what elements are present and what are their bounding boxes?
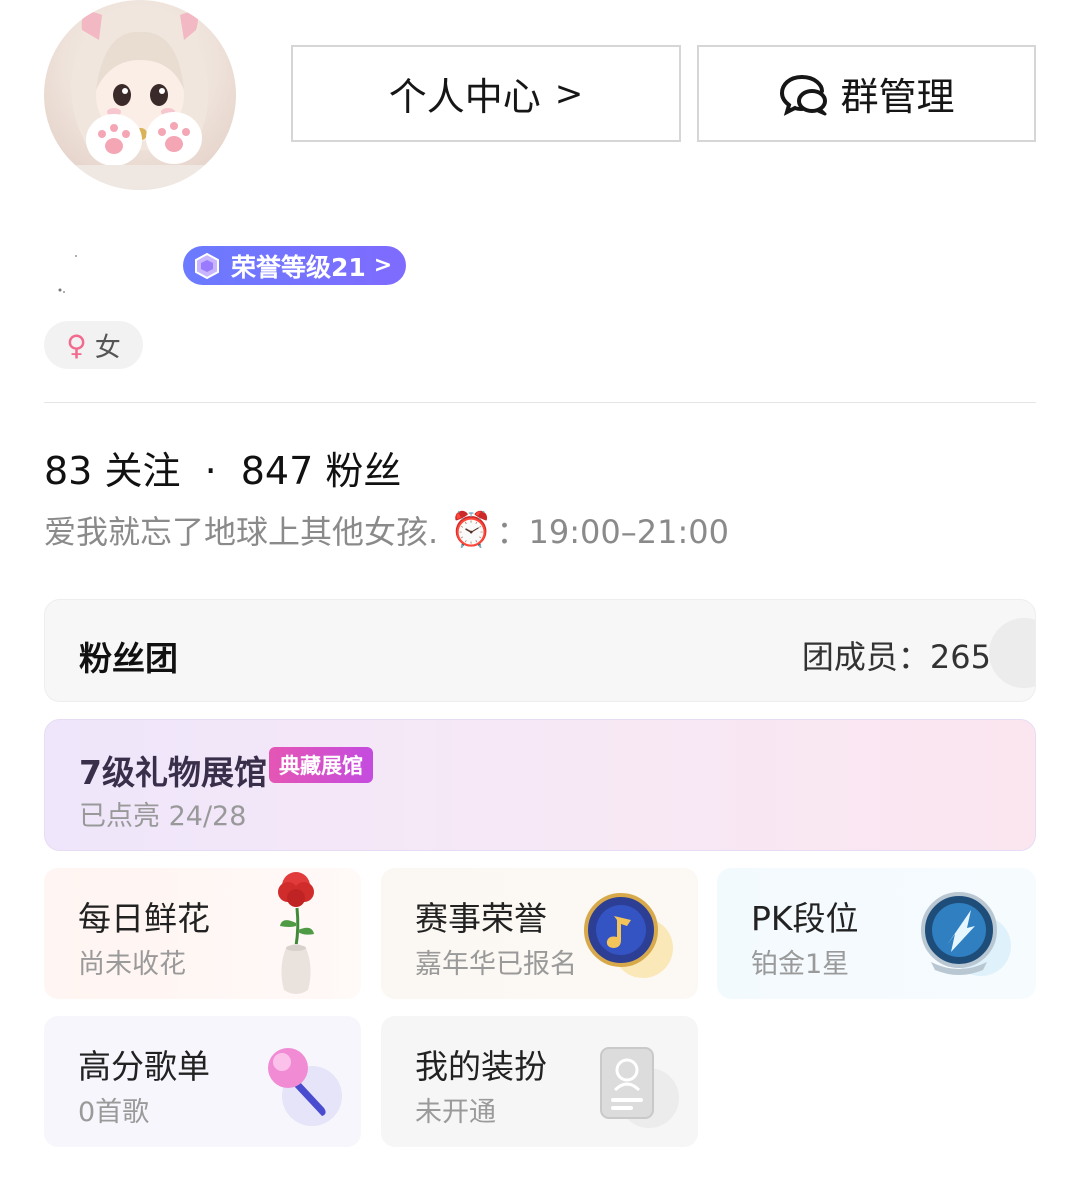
tile-subtitle: 0首歌 — [78, 1097, 150, 1128]
tile-title: PK段位 — [751, 899, 859, 938]
chevron-right-icon: > — [373, 253, 393, 278]
tile-title: 我的装扮 — [415, 1047, 547, 1086]
fan-club-card[interactable]: 粉丝团 团成员：265 — [44, 599, 1036, 702]
bio-time: ：19:00–21:00 — [496, 513, 729, 551]
gift-hall-card[interactable]: 7级礼物展馆 典藏展馆 已点亮 24/28 — [44, 719, 1036, 851]
daily-flower-tile[interactable]: 每日鲜花 尚未收花 — [44, 868, 361, 999]
gift-hall-title: 7级礼物展馆 — [79, 753, 267, 792]
flower-vase-icon — [278, 872, 314, 994]
hexagon-gem-icon — [195, 252, 219, 279]
stats-separator: · — [204, 449, 217, 493]
top-songs-tile[interactable]: 高分歌单 0首歌 — [44, 1016, 361, 1147]
following-label[interactable]: 关注 — [104, 449, 180, 493]
bio-text: 爱我就忘了地球上其他女孩. — [44, 513, 439, 551]
id-card-icon — [600, 1047, 679, 1128]
fan-club-title: 粉丝团 — [79, 639, 178, 678]
followers-label[interactable]: 粉丝 — [325, 449, 401, 493]
honor-level-badge[interactable]: 荣誉等级21 > — [183, 246, 407, 285]
avatar[interactable] — [44, 0, 236, 190]
tile-title: 每日鲜花 — [78, 899, 210, 938]
tile-subtitle: 嘉年华已报名 — [415, 949, 577, 980]
bio: 爱我就忘了地球上其他女孩. ⏰ ：19:00–21:00 — [44, 507, 729, 553]
username-obscured — [58, 255, 77, 293]
honor-level-label: 荣誉等级21 — [231, 252, 366, 282]
group-manage-label: 群管理 — [840, 75, 955, 119]
personal-center-button[interactable]: 个人中心 > — [291, 45, 681, 142]
chevron-right-icon: > — [554, 73, 584, 114]
pk-rank-tile[interactable]: PK段位 铂金1星 — [717, 868, 1036, 999]
alarm-clock-icon: ⏰ — [450, 510, 493, 550]
heart-icon — [989, 618, 1035, 688]
members-label: 团成员： — [801, 638, 930, 676]
my-outfit-tile[interactable]: 我的装扮 未开通 — [381, 1016, 698, 1147]
chat-bubbles-icon — [780, 74, 828, 116]
gender-tag: ♀ 女 — [44, 321, 143, 369]
avatar-image — [44, 6, 236, 190]
following-count[interactable]: 83 — [44, 449, 92, 493]
divider — [44, 402, 1036, 403]
tile-subtitle: 尚未收花 — [78, 949, 186, 980]
pk-rank-badge-icon — [921, 892, 1011, 976]
followers-count[interactable]: 847 — [241, 449, 314, 493]
gender-label: 女 — [94, 332, 121, 363]
collection-tag: 典藏展馆 — [269, 747, 373, 783]
tile-title: 赛事荣誉 — [415, 899, 547, 938]
music-note-medal-icon — [584, 893, 673, 978]
follow-stats: 83 关注 · 847 粉丝 — [44, 440, 401, 495]
female-icon: ♀ — [66, 328, 87, 362]
fan-club-members: 团成员：265 — [802, 632, 991, 678]
gift-hall-progress: 已点亮 24/28 — [79, 801, 247, 832]
members-count: 265 — [929, 638, 991, 676]
tile-subtitle: 铂金1星 — [751, 949, 850, 980]
personal-center-label: 个人中心 — [388, 75, 541, 119]
microphone-icon — [268, 1048, 342, 1126]
tile-title: 高分歌单 — [78, 1047, 210, 1086]
event-honor-tile[interactable]: 赛事荣誉 嘉年华已报名 — [381, 868, 698, 999]
group-manage-button[interactable]: 群管理 — [697, 45, 1036, 142]
tile-subtitle: 未开通 — [415, 1097, 496, 1128]
